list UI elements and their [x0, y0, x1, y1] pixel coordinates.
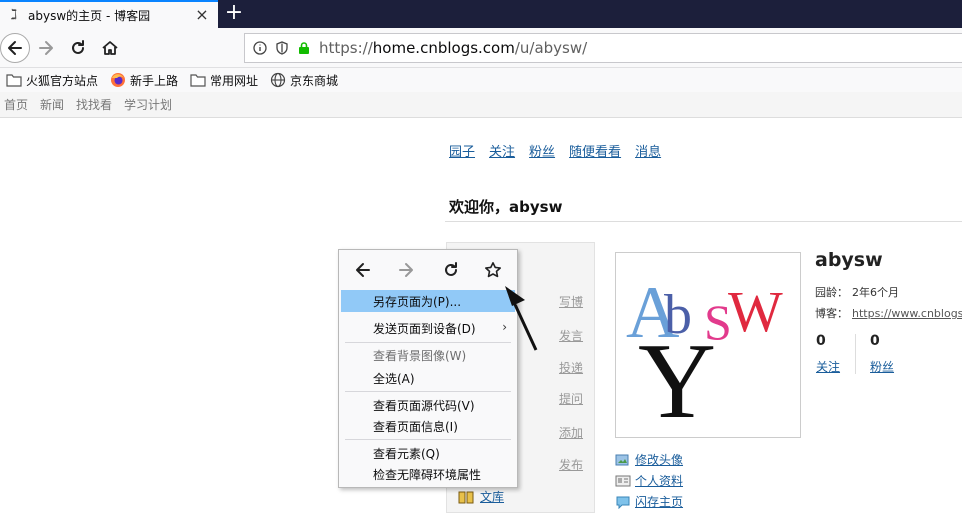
link-browse-random[interactable]: 随便看看	[569, 141, 621, 160]
arrow-right-icon	[399, 263, 413, 277]
menu-separator	[345, 439, 511, 440]
site-nav-home[interactable]: 首页	[4, 96, 28, 113]
context-forward-button[interactable]	[394, 258, 418, 282]
info-icon[interactable]	[253, 41, 267, 55]
folder-icon	[6, 74, 22, 87]
flash-home-link[interactable]: 闪存主页	[615, 493, 683, 510]
site-nav-search[interactable]: 找找看	[76, 96, 112, 113]
tab-strip: ℷ abysw的主页 - 博客园 × +	[0, 0, 962, 28]
folder-icon	[190, 74, 206, 87]
home-icon	[102, 41, 118, 55]
navigation-toolbar: https://home.cnblogs.com/u/abysw/	[0, 28, 962, 68]
library-link[interactable]: 文库	[458, 488, 504, 505]
url-domain: home.cnblogs.com	[372, 39, 515, 57]
bookmark-getting-started[interactable]: 新手上路	[110, 72, 178, 89]
edit-avatar-link[interactable]: 修改头像	[615, 451, 683, 468]
action-ask[interactable]: 提问	[559, 390, 583, 407]
picture-edit-icon	[615, 454, 629, 465]
menu-separator	[345, 342, 511, 343]
arrow-left-icon	[8, 41, 22, 55]
url-text[interactable]: https://home.cnblogs.com/u/abysw/	[319, 39, 587, 57]
profile-info-link[interactable]: 个人资料	[615, 472, 683, 489]
arrow-right-icon	[39, 41, 53, 55]
id-card-icon	[615, 475, 631, 486]
globe-icon	[270, 72, 286, 88]
user-top-links: 园子 关注 粉丝 随便看看 消息	[449, 141, 675, 160]
stat-divider	[855, 334, 856, 374]
home-button[interactable]	[96, 34, 124, 62]
profile-blog: 博客： https://www.cnblogs	[815, 307, 962, 320]
bookmark-jd-mall[interactable]: 京东商城	[270, 72, 338, 89]
fans-count: 0	[870, 333, 880, 349]
star-icon	[485, 262, 501, 278]
url-path: /u/abysw/	[514, 39, 588, 57]
link-fans[interactable]: 粉丝	[529, 141, 555, 160]
welcome-heading: 欢迎你，abysw	[449, 198, 563, 216]
bookmark-common-sites[interactable]: 常用网址	[190, 72, 258, 89]
profile-age: 园龄： 2年6个月	[815, 286, 899, 299]
close-icon[interactable]: ×	[194, 7, 210, 23]
forward-button[interactable]	[32, 34, 60, 62]
link-garden[interactable]: 园子	[449, 141, 475, 160]
arrow-left-icon	[356, 263, 370, 277]
follow-link[interactable]: 关注	[816, 358, 840, 375]
site-nav-study-plan[interactable]: 学习计划	[124, 96, 172, 113]
context-back-button[interactable]	[351, 258, 375, 282]
context-bookmark-button[interactable]	[481, 258, 505, 282]
new-tab-button[interactable]: +	[222, 2, 246, 26]
action-publish[interactable]: 发布	[559, 456, 583, 473]
context-menu: 另存页面为(P)... 发送页面到设备(D) › 查看背景图像(W) 全选(A)…	[338, 249, 518, 488]
menu-separator	[345, 391, 511, 392]
menu-view-page-info[interactable]: 查看页面信息(I)	[341, 415, 515, 437]
tracking-shield-icon[interactable]	[275, 41, 289, 55]
site-nav-news[interactable]: 新闻	[40, 96, 64, 113]
user-avatar: A b S W Y	[615, 252, 801, 441]
back-button[interactable]	[0, 33, 30, 63]
cnblogs-favicon-icon: ℷ	[10, 7, 18, 23]
context-reload-button[interactable]	[439, 258, 463, 282]
svg-text:W: W	[728, 279, 783, 344]
annotation-arrow-icon	[505, 286, 538, 351]
reload-icon	[72, 40, 84, 54]
menu-inspect-element[interactable]: 查看元素(Q)	[341, 442, 515, 464]
abysw-logo-avatar: A b S W Y	[626, 272, 783, 441]
svg-text:Y: Y	[638, 322, 716, 437]
speech-bubble-icon	[616, 496, 630, 509]
blog-url-link[interactable]: https://www.cnblogs	[852, 307, 962, 320]
menu-select-all[interactable]: 全选(A)	[341, 367, 515, 389]
address-bar[interactable]: https://home.cnblogs.com/u/abysw/	[244, 33, 962, 63]
url-scheme: https://	[319, 39, 373, 57]
bookmarks-toolbar: 火狐官方站点 新手上路 常用网址 京东商城	[0, 68, 962, 92]
link-following[interactable]: 关注	[489, 141, 515, 160]
profile-username: abysw	[815, 249, 883, 271]
link-messages[interactable]: 消息	[635, 141, 661, 160]
menu-view-background-image: 查看背景图像(W)	[373, 348, 467, 363]
action-post[interactable]: 发言	[559, 327, 583, 344]
book-icon	[458, 491, 474, 503]
action-write-blog[interactable]: 写博	[559, 293, 583, 310]
bookmark-firefox-official[interactable]: 火狐官方站点	[6, 72, 98, 89]
menu-view-page-source[interactable]: 查看页面源代码(V)	[341, 394, 515, 416]
action-add[interactable]: 添加	[559, 424, 583, 441]
active-tab[interactable]: ℷ abysw的主页 - 博客园 ×	[0, 0, 218, 28]
menu-save-page-as[interactable]: 另存页面为(P)...	[341, 290, 515, 312]
fans-link[interactable]: 粉丝	[870, 358, 894, 375]
lock-icon[interactable]	[297, 41, 311, 55]
action-submit[interactable]: 投递	[559, 359, 583, 376]
tab-title: abysw的主页 - 博客园	[28, 8, 151, 23]
follow-count: 0	[816, 333, 826, 349]
site-top-nav: 首页 新闻 找找看 学习计划	[0, 92, 962, 118]
reload-button[interactable]	[64, 34, 92, 62]
menu-send-page-to-device[interactable]: 发送页面到设备(D) ›	[341, 317, 515, 339]
firefox-icon	[111, 73, 126, 87]
reload-icon	[445, 262, 457, 276]
divider	[445, 221, 962, 222]
menu-inspect-accessibility[interactable]: 检查无障碍环境属性	[341, 463, 515, 485]
